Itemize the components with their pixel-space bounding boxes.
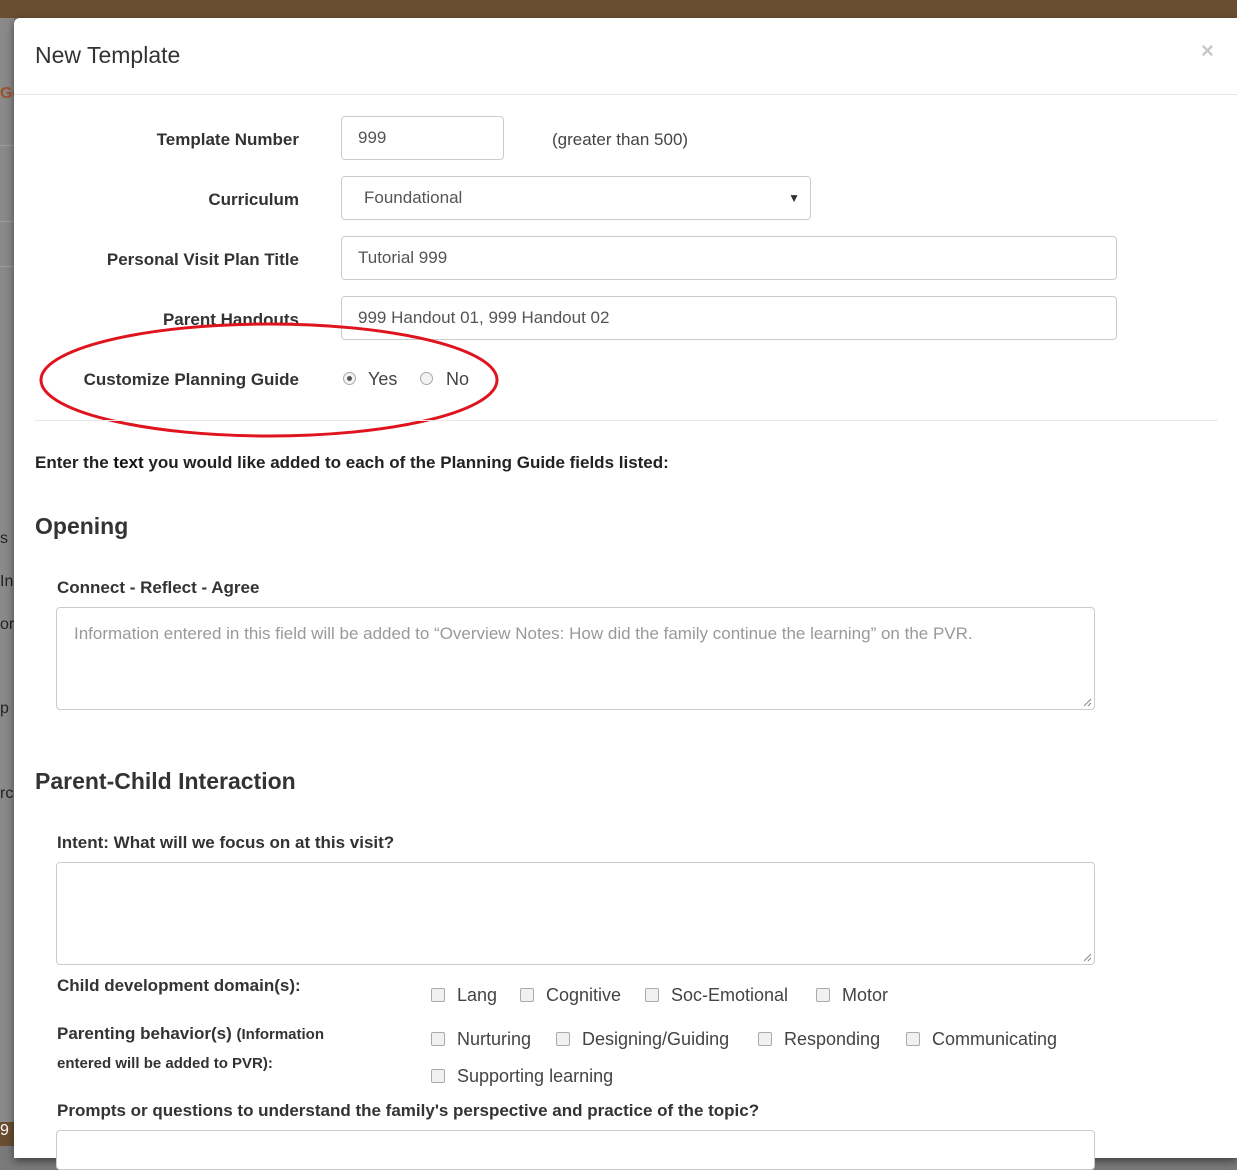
modal-title: New Template	[35, 42, 181, 68]
connect-reflect-agree-textarea[interactable]: Information entered in this field will b…	[56, 607, 1095, 710]
backdrop-text: s	[0, 530, 8, 547]
behavior-nurturing-checkbox[interactable]	[431, 1032, 445, 1046]
behavior-supporting-label[interactable]: Supporting learning	[457, 1066, 613, 1087]
opening-heading: Opening	[35, 513, 129, 539]
domain-cognitive-label[interactable]: Cognitive	[546, 985, 621, 1006]
close-button[interactable]: ×	[1201, 38, 1214, 64]
connect-reflect-agree-label: Connect - Reflect - Agree	[57, 578, 260, 597]
domains-label: Child development domain(s):	[57, 976, 301, 995]
backdrop-text: Gu	[0, 85, 14, 102]
backdrop-divider	[0, 145, 14, 146]
section-divider	[35, 420, 1218, 421]
domain-soc-emotional-checkbox[interactable]	[645, 988, 659, 1002]
instruction-part-3: you would like added to each of the Plan…	[143, 453, 669, 472]
prompts-label: Prompts or questions to understand the f…	[57, 1101, 760, 1120]
behaviors-note-cont: entered will be added to PVR):	[57, 1055, 273, 1072]
behaviors-note: (Information	[236, 1026, 325, 1043]
chevron-down-icon: ▼	[788, 191, 800, 205]
resize-grip-icon[interactable]	[1083, 698, 1092, 707]
domain-lang-label[interactable]: Lang	[457, 985, 497, 1006]
behavior-responding-checkbox[interactable]	[758, 1032, 772, 1046]
backdrop-page: Gu s In or p rc	[0, 18, 14, 1146]
backdrop-text: p	[0, 700, 9, 717]
behavior-communicating-label[interactable]: Communicating	[932, 1029, 1057, 1050]
backdrop-top-bar	[0, 0, 1237, 18]
curriculum-select[interactable]: Foundational ▼	[341, 176, 811, 220]
domain-cognitive-checkbox[interactable]	[520, 988, 534, 1002]
behavior-designing-checkbox[interactable]	[556, 1032, 570, 1046]
pci-heading: Parent-Child Interaction	[35, 768, 296, 794]
backdrop-text: 9	[0, 1122, 9, 1139]
behavior-communicating-checkbox[interactable]	[906, 1032, 920, 1046]
pvp-title-input[interactable]: Tutorial 999	[341, 236, 1117, 280]
behavior-supporting-checkbox[interactable]	[431, 1069, 445, 1083]
pvp-title-label: Personal Visit Plan Title	[106, 250, 299, 269]
intent-textarea[interactable]	[56, 862, 1095, 965]
template-number-label: Template Number	[156, 130, 299, 149]
domain-soc-emotional-label[interactable]: Soc-Emotional	[671, 985, 788, 1006]
domain-motor-label[interactable]: Motor	[842, 985, 888, 1006]
behaviors-label: Parenting behavior(s) (Information enter…	[57, 1020, 324, 1078]
instruction-part-1: Enter the	[35, 453, 114, 472]
instruction-emphasis: text	[113, 453, 144, 472]
behaviors-label-main: Parenting behavior(s)	[57, 1024, 232, 1043]
backdrop-text: or	[0, 616, 14, 633]
backdrop-footer: 9	[0, 1122, 14, 1146]
backdrop-divider	[0, 221, 14, 222]
curriculum-selected-value: Foundational	[364, 188, 463, 207]
domain-lang-checkbox[interactable]	[431, 988, 445, 1002]
resize-grip-icon[interactable]	[1083, 953, 1092, 962]
new-template-modal: New Template × Template Number 999 (grea…	[14, 18, 1237, 1170]
backdrop-divider	[0, 266, 14, 267]
template-number-input[interactable]: 999	[341, 116, 504, 160]
behavior-nurturing-label[interactable]: Nurturing	[457, 1029, 531, 1050]
connect-reflect-agree-placeholder: Information entered in this field will b…	[74, 624, 973, 643]
instruction-text: Enter the text you would like added to e…	[35, 453, 669, 473]
curriculum-label: Curriculum	[208, 190, 299, 209]
behavior-designing-label[interactable]: Designing/Guiding	[582, 1029, 729, 1050]
backdrop-text: In	[0, 573, 14, 590]
prompts-textarea[interactable]	[56, 1130, 1095, 1170]
domain-motor-checkbox[interactable]	[816, 988, 830, 1002]
modal-header: New Template ×	[14, 18, 1237, 95]
behavior-responding-label[interactable]: Responding	[784, 1029, 880, 1050]
intent-label: Intent: What will we focus on at this vi…	[57, 833, 395, 852]
backdrop-text: rc	[0, 785, 14, 802]
annotation-ellipse	[39, 322, 499, 438]
template-number-hint: (greater than 500)	[552, 130, 689, 149]
